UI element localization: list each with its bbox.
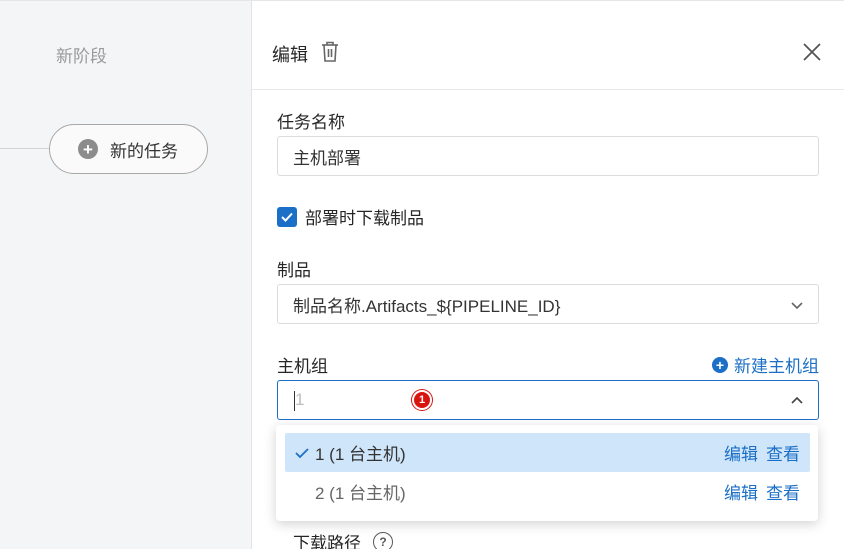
panel-title: 编辑 (272, 45, 308, 65)
view-host-group-link[interactable]: 查看 (766, 440, 800, 465)
artifact-select[interactable]: 制品名称.Artifacts_${PIPELINE_ID} (277, 284, 819, 324)
new-host-group-link[interactable]: + 新建主机组 (712, 352, 819, 377)
artifact-select-value: 制品名称.Artifacts_${PIPELINE_ID} (293, 296, 561, 316)
download-path-row: 下载路径 ? (293, 529, 393, 549)
download-artifact-checkbox-row[interactable]: 部署时下载制品 (277, 204, 424, 229)
pipeline-canvas: 新阶段 + 新的任务 (0, 0, 251, 549)
checkbox-checked-icon[interactable] (277, 206, 297, 227)
host-group-option-text: 1 (1 台主机) (315, 445, 406, 464)
task-name-label: 任务名称 (277, 113, 345, 132)
chevron-down-icon (791, 302, 803, 310)
new-host-group-label: 新建主机组 (734, 357, 819, 376)
plus-circle-icon: + (78, 139, 98, 159)
view-host-group-link[interactable]: 查看 (766, 479, 800, 504)
host-group-search-input[interactable]: 1 1 (277, 380, 819, 420)
edit-host-group-link[interactable]: 编辑 (724, 440, 758, 465)
annotation-badge: 1 (412, 390, 432, 410)
help-icon[interactable]: ? (373, 531, 393, 549)
host-group-option[interactable]: 1 (1 台主机) 编辑 查看 (285, 433, 810, 472)
chevron-up-icon (791, 396, 803, 404)
stage-title[interactable]: 新阶段 (56, 42, 107, 67)
new-task-label: 新的任务 (110, 141, 178, 161)
host-group-option[interactable]: 2 (1 台主机) 编辑 查看 (285, 472, 810, 511)
artifact-label: 制品 (277, 261, 311, 280)
edit-host-group-link[interactable]: 编辑 (724, 479, 758, 504)
close-icon[interactable] (802, 42, 822, 62)
panel-header: 编辑 (252, 1, 844, 90)
check-icon (295, 448, 309, 459)
new-task-node[interactable]: + 新的任务 (49, 124, 208, 174)
task-name-input[interactable]: 主机部署 (277, 136, 819, 176)
host-group-option-text: 2 (1 台主机) (315, 484, 406, 503)
trash-icon[interactable] (320, 41, 340, 63)
host-group-dropdown: 1 (1 台主机) 编辑 查看 2 (1 台主机) 编辑 查看 (276, 425, 818, 521)
download-artifact-label: 部署时下载制品 (305, 209, 424, 228)
stage-connector (0, 148, 50, 149)
plus-circle-icon: + (712, 356, 728, 373)
host-group-label: 主机组 (277, 357, 328, 376)
host-group-search-value: 1 (295, 390, 305, 409)
download-path-label: 下载路径 (293, 534, 361, 549)
